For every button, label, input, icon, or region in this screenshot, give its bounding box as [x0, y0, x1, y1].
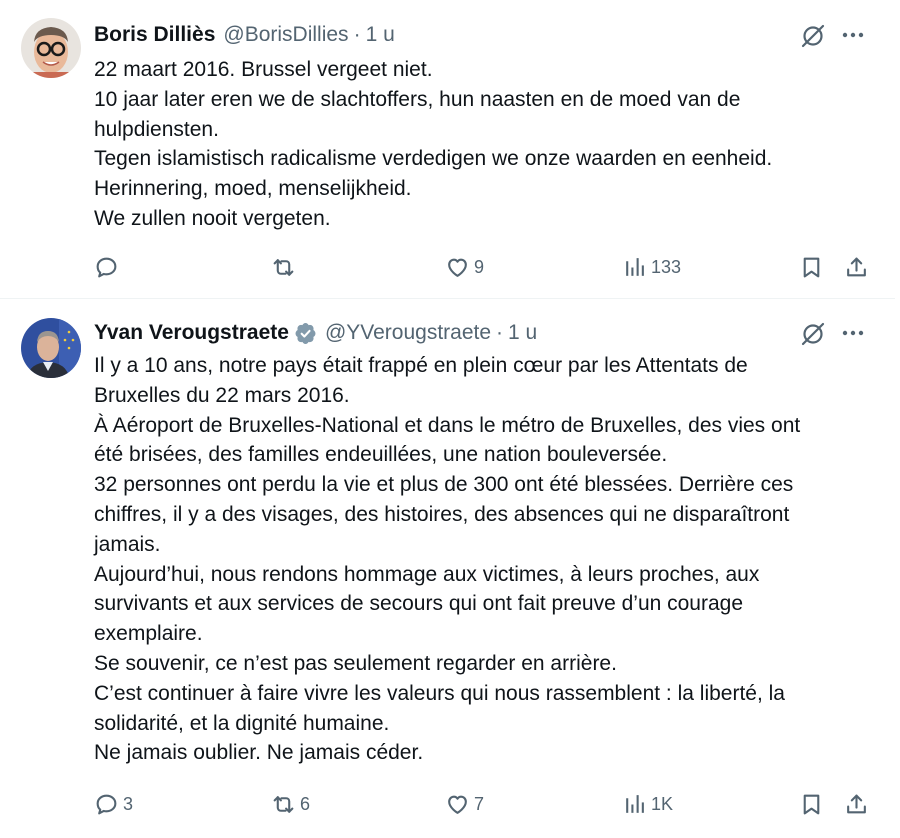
separator-dot: · — [496, 321, 504, 344]
tweet-header: Yvan Verougstraete @YVerougstraete · 1 u — [94, 318, 835, 348]
tweet-text-line: hulpdiensten. — [94, 117, 219, 141]
avatar[interactable] — [21, 18, 81, 78]
tweet-text-line: C’est continuer à faire vivre les valeur… — [94, 681, 785, 705]
tweet-text-line: 22 maart 2016. Brussel vergeet niet. — [94, 58, 433, 81]
tweet-actions: 9 133 — [94, 252, 874, 282]
tweet[interactable]: Boris Dilliès @BorisDillies · 1 u 22 maa… — [0, 0, 895, 299]
views-count: 1K — [651, 793, 674, 814]
avatar[interactable] — [21, 318, 81, 378]
repost-button[interactable] — [271, 252, 300, 282]
timestamp[interactable]: 1 u — [508, 321, 537, 345]
grok-icon[interactable] — [800, 321, 826, 347]
share-icon — [847, 794, 866, 813]
display-name[interactable]: Boris Dilliès — [94, 23, 215, 47]
tweet-text-line: Herinnering, moed, menselijkheid. — [94, 177, 412, 201]
display-name[interactable]: Yvan Verougstraete — [94, 321, 289, 345]
more-icon[interactable] — [841, 321, 865, 345]
more-icon[interactable] — [841, 23, 865, 47]
grok-icon[interactable] — [800, 23, 826, 49]
views-count: 133 — [651, 256, 682, 277]
verified-badge-icon[interactable] — [294, 322, 317, 345]
share-icon — [847, 257, 866, 276]
tweet-text-line: 32 personnes ont perdu la vie et plus de… — [94, 473, 794, 497]
tweet-text-line: été brisées, des familles endeuillées, u… — [94, 443, 668, 467]
reply-button[interactable] — [94, 252, 123, 282]
timestamp[interactable]: 1 u — [366, 23, 395, 47]
tweet-text-line: solidarité, et la dignité humaine. — [94, 711, 390, 735]
tweet-text-line: Il y a 10 ans, notre pays était frappé e… — [94, 354, 748, 377]
tweet-text-line: We zullen nooit vergeten. — [94, 206, 331, 230]
tweet-text-line: Se souvenir, ce n’est pas seulement rega… — [94, 651, 617, 675]
repost-button[interactable]: 6 — [271, 789, 310, 819]
views-button[interactable]: 133 — [622, 252, 681, 282]
bookmark-icon — [803, 257, 820, 277]
tweet-text-line: survivants et aux services de secours qu… — [94, 592, 744, 616]
tweet-text-line: chiffres, il y a des visages, des histoi… — [94, 502, 790, 526]
tweet[interactable]: Yvan Verougstraete @YVerougstraete · 1 u… — [0, 299, 895, 838]
reply-icon — [96, 794, 117, 814]
tweet-actions: 3 6 7 1K — [94, 789, 874, 819]
reply-count: 3 — [123, 793, 134, 814]
bookmark-button[interactable] — [799, 252, 824, 282]
like-icon — [448, 795, 467, 814]
views-icon — [626, 794, 644, 813]
separator-dot: · — [353, 23, 361, 46]
tweet-text: Il y a 10 ans, notre pays était frappé e… — [94, 351, 875, 768]
tweet-header: Boris Dilliès @BorisDillies · 1 u — [94, 20, 835, 50]
views-icon — [626, 257, 644, 276]
tweet-text-line: À Aéroport de Bruxelles-National et dans… — [94, 413, 801, 437]
share-button[interactable] — [844, 789, 869, 819]
share-button[interactable] — [844, 252, 869, 282]
like-count: 9 — [474, 256, 485, 277]
views-button[interactable]: 1K — [622, 789, 673, 819]
tweet-text-line: Bruxelles du 22 mars 2016. — [94, 383, 350, 407]
tweet-text-line: Tegen islamistisch radicalisme verdedige… — [94, 147, 773, 171]
user-handle[interactable]: @YVerougstraete — [325, 321, 491, 345]
tweet-text-line: exemplaire. — [94, 622, 203, 646]
reply-icon — [96, 257, 117, 277]
repost-count: 6 — [300, 793, 311, 814]
like-button[interactable]: 9 — [445, 252, 484, 282]
user-handle[interactable]: @BorisDillies — [223, 23, 348, 47]
tweet-text: 22 maart 2016. Brussel vergeet niet. 10 … — [94, 55, 875, 234]
tweet-text-line: jamais. — [94, 532, 161, 556]
tweet-text-line: Aujourd’hui, nous rendons hommage aux vi… — [94, 562, 760, 586]
like-button[interactable]: 7 — [445, 789, 484, 819]
tweet-text-line: Ne jamais oublier. Ne jamais céder. — [94, 741, 424, 765]
reply-button[interactable]: 3 — [94, 789, 133, 819]
bookmark-button[interactable] — [799, 789, 824, 819]
repost-icon — [273, 258, 294, 276]
tweet-text-line: 10 jaar later eren we de slachtoffers, h… — [94, 87, 741, 111]
repost-icon — [273, 795, 294, 813]
bookmark-icon — [803, 794, 820, 814]
like-icon — [448, 258, 467, 277]
like-count: 7 — [474, 793, 485, 814]
